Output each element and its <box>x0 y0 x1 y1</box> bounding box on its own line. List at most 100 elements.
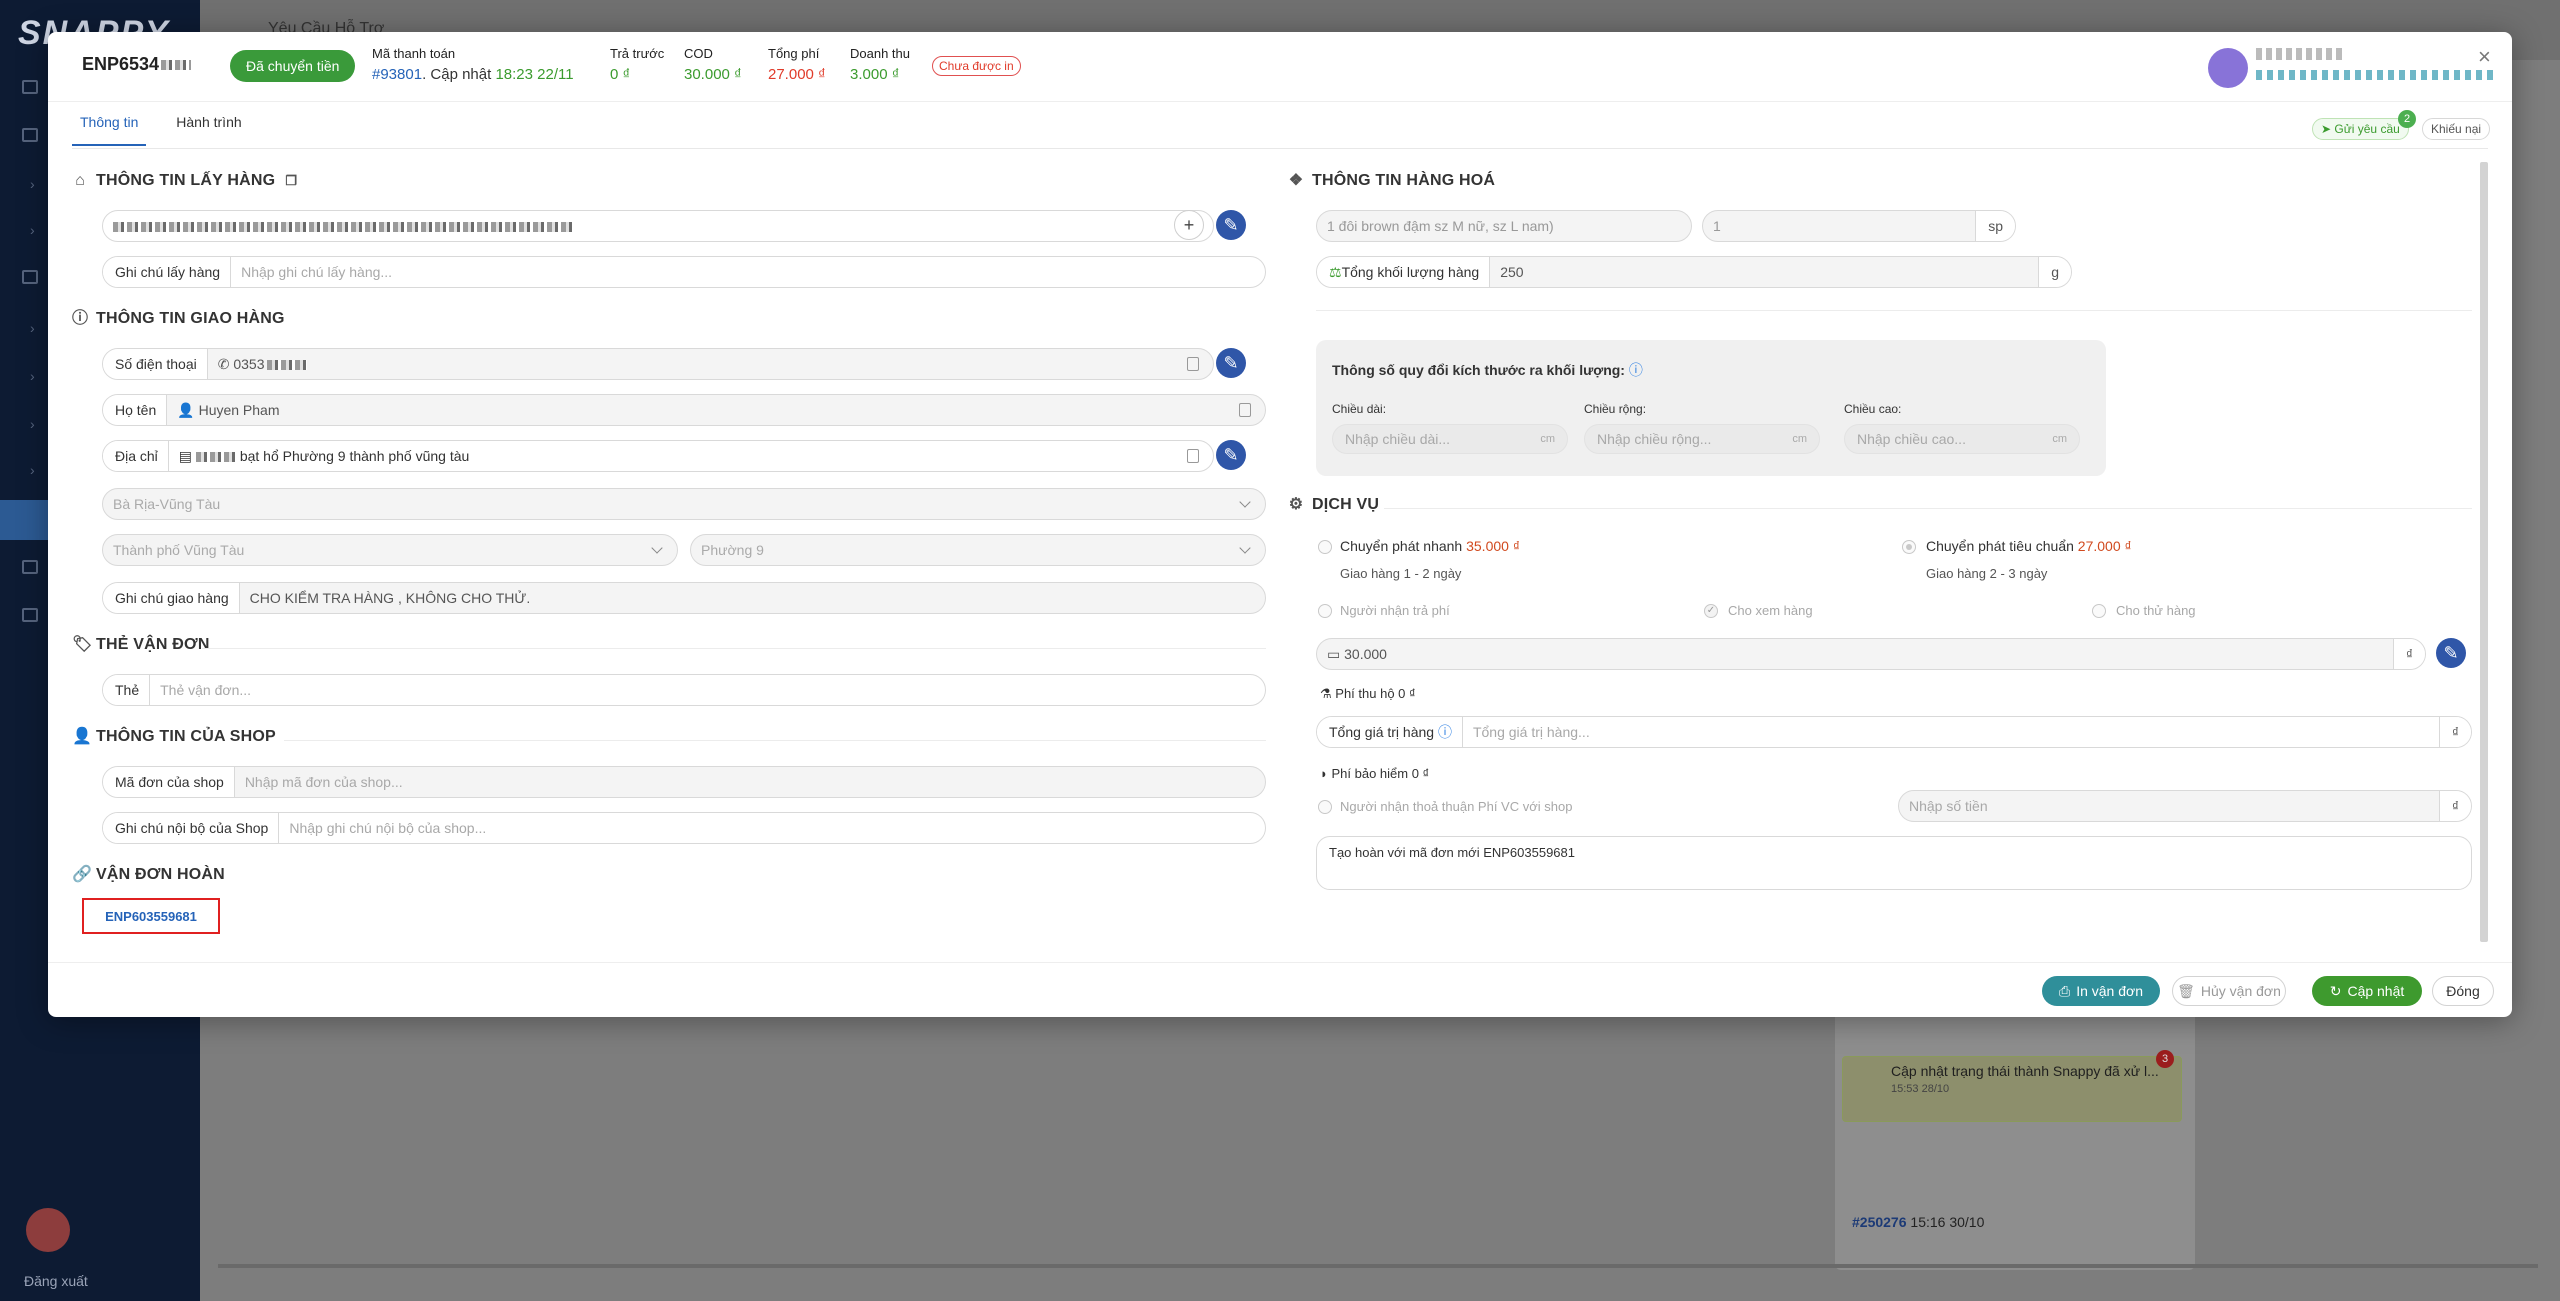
edit-address-button[interactable]: ✎ <box>1216 440 1246 470</box>
waybill-tag-input[interactable]: Thẻ vận đơn... <box>150 682 1265 698</box>
vertical-scrollbar[interactable] <box>2480 162 2488 942</box>
service-section-title: ⚙ DỊCH VỤ <box>1288 496 1379 514</box>
avatar[interactable] <box>26 1208 70 1252</box>
tab-info[interactable]: Thông tin <box>72 114 147 146</box>
shield-icon: ◗ <box>1320 766 1328 781</box>
chevron-right-icon[interactable]: › <box>30 320 35 336</box>
cod-amount-field[interactable]: ▭ 30.000 ₫ <box>1316 638 2426 670</box>
receiver-pays-radio[interactable] <box>1318 604 1332 618</box>
modal-header: ENP6534 Đã chuyển tiền Mã thanh toán #93… <box>48 32 2512 102</box>
goods-value-input[interactable]: Tổng giá trị hàng... <box>1463 724 2439 740</box>
ticket-row[interactable]: #250276 15:16 30/10 <box>1852 1214 1984 1230</box>
cancel-waybill-label: Hủy vận đơn <box>2200 983 2281 999</box>
print-waybill-button[interactable]: ⎙ In vận đơn <box>2042 976 2160 1006</box>
money-icon: ▭ <box>1327 645 1341 662</box>
horizontal-scrollbar[interactable] <box>218 1264 2538 1268</box>
payment-id-link[interactable]: #93801 <box>372 66 422 83</box>
dimension-converter-panel: Thông số quy đổi kích thước ra khối lượn… <box>1316 340 2106 476</box>
name-field[interactable]: Họ tên 👤 Huyen Pham <box>102 394 1266 426</box>
shop-section-title: 👤 THÔNG TIN CỦA SHOP <box>72 728 276 746</box>
return-note-textarea[interactable]: Tạo hoàn với mã đơn mới ENP603559681 <box>1316 836 2472 890</box>
complain-button[interactable]: Khiếu nại <box>2422 118 2491 140</box>
return-waybill-link[interactable]: ENP603559681 <box>82 898 220 934</box>
copy-icon[interactable] <box>1239 403 1251 417</box>
pickup-note-field[interactable]: Ghi chú lấy hàng Nhập ghi chú lấy hàng..… <box>102 256 1266 288</box>
logout-link[interactable]: Đăng xuất <box>24 1273 88 1289</box>
delivery-note-input[interactable]: CHO KIỂM TRA HÀNG , KHÔNG CHO THỬ. <box>240 590 1265 606</box>
width-input[interactable]: Nhập chiều rộng... cm <box>1584 424 1820 454</box>
standard-service-radio[interactable] <box>1902 540 1916 554</box>
chevron-right-icon[interactable]: › <box>30 222 35 238</box>
phone-field[interactable]: Số điện thoại ✆ 0353 <box>102 348 1214 380</box>
chevron-down-icon <box>1239 542 1251 554</box>
waybill-tag-field[interactable]: Thẻ Thẻ vận đơn... <box>102 674 1266 706</box>
add-pickup-button[interactable]: + <box>1174 210 1204 240</box>
height-input[interactable]: Nhập chiều cao... cm <box>1844 424 2080 454</box>
chevron-right-icon[interactable]: › <box>30 176 35 192</box>
card-icon[interactable] <box>22 608 38 622</box>
pickup-address-select[interactable] <box>102 210 1214 242</box>
chevron-down-icon <box>651 542 663 554</box>
ward-select[interactable]: Phường 9 <box>690 534 1266 566</box>
tag-icon: 🏷 <box>72 636 93 653</box>
users-icon[interactable] <box>22 560 38 574</box>
divider <box>202 648 1266 649</box>
item-name-field[interactable]: 1 đôi brown đậm sz M nữ, sz L nam) <box>1316 210 1692 242</box>
weight-unit: g <box>2038 257 2071 287</box>
goods-value-field[interactable]: Tổng giá trị hàng ⓘ Tổng giá trị hàng...… <box>1316 716 2472 748</box>
delivery-note-field[interactable]: Ghi chú giao hàng CHO KIỂM TRA HÀNG , KH… <box>102 582 1266 614</box>
cod-stat: COD 30.000 ₫ <box>684 46 742 83</box>
pickup-title-text: THÔNG TIN LẤY HÀNG <box>96 172 276 189</box>
height-label: Chiều cao: <box>1844 402 1902 416</box>
copy-icon[interactable]: ❐ <box>283 173 299 189</box>
info-icon[interactable]: ⓘ <box>1438 722 1452 742</box>
order-code-text: ENP6534 <box>82 54 160 74</box>
copy-icon[interactable] <box>1187 449 1199 463</box>
allow-try-radio[interactable] <box>2092 604 2106 618</box>
pencil-icon: ✎ <box>1223 352 1239 373</box>
province-select[interactable]: Bà Rịa-Vũng Tàu <box>102 488 1266 520</box>
close-button[interactable]: Đóng <box>2432 976 2494 1006</box>
avatar <box>2208 48 2248 88</box>
chevron-right-icon[interactable]: › <box>30 462 35 478</box>
chevron-right-icon[interactable]: › <box>30 368 35 384</box>
shop-order-code-input[interactable]: Nhập mã đơn của shop... <box>235 774 1265 790</box>
cod-label: COD <box>684 46 713 61</box>
shop-internal-note-input[interactable]: Nhập ghi chú nội bộ của shop... <box>279 820 1265 836</box>
quantity-field[interactable]: 1 sp <box>1702 210 2016 242</box>
allow-view-checkbox[interactable]: ✓ <box>1704 604 1718 618</box>
shop-order-code-field[interactable]: Mã đơn của shop Nhập mã đơn của shop... <box>102 766 1266 798</box>
document-icon[interactable] <box>22 270 38 284</box>
goods-value-label: Tổng giá trị hàng <box>1329 724 1435 740</box>
agreement-amount-field[interactable]: Nhập số tiền ₫ <box>1898 790 2472 822</box>
ticket-id[interactable]: #250276 <box>1852 1214 1907 1230</box>
edit-phone-button[interactable]: ✎ <box>1216 348 1246 378</box>
express-service-radio[interactable] <box>1318 540 1332 554</box>
district-select[interactable]: Thành phố Vũng Tàu <box>102 534 678 566</box>
shop-internal-note-field[interactable]: Ghi chú nội bộ của Shop Nhập ghi chú nội… <box>102 812 1266 844</box>
ticket-activity-card[interactable]: Cập nhật trạng thái thành Snappy đã xử l… <box>1842 1056 2182 1122</box>
address-field[interactable]: Địa chỉ ▤ bạt hổ Phường 9 thành phố vũng… <box>102 440 1214 472</box>
send-request-button[interactable]: ➤ Gửi yêu cầu <box>2312 118 2409 140</box>
weight-field[interactable]: ⚖ Tổng khối lượng hàng 250 g <box>1316 256 2072 288</box>
copy-icon[interactable] <box>1187 357 1199 371</box>
divider <box>48 962 2512 963</box>
dashboard-icon[interactable] <box>22 80 38 94</box>
cart-icon[interactable] <box>22 128 38 142</box>
edit-cod-button[interactable]: ✎ <box>2436 638 2466 668</box>
chevron-right-icon[interactable]: › <box>30 416 35 432</box>
standard-service-label: Chuyển phát tiêu chuẩn 27.000 ₫ <box>1926 538 2132 554</box>
cancel-waybill-button[interactable]: 🗑 Hủy vận đơn <box>2172 976 2286 1006</box>
tab-journey[interactable]: Hành trình <box>168 114 249 144</box>
length-input[interactable]: Nhập chiều dài... cm <box>1332 424 1568 454</box>
close-icon[interactable]: × <box>2478 44 2491 70</box>
ticket-panel <box>1835 1010 2195 1270</box>
pickup-note-input[interactable]: Nhập ghi chú lấy hàng... <box>231 264 1265 280</box>
info-icon[interactable]: ⓘ <box>1629 362 1643 378</box>
update-button[interactable]: ↻ Cập nhật <box>2312 976 2422 1006</box>
edit-pickup-button[interactable]: ✎ <box>1216 210 1246 240</box>
weight-value: 250 <box>1500 264 1524 280</box>
agreement-amount-input[interactable]: Nhập số tiền <box>1899 798 2439 814</box>
receiver-agreement-radio[interactable] <box>1318 800 1332 814</box>
standard-service-name: Chuyển phát tiêu chuẩn <box>1926 538 2074 554</box>
